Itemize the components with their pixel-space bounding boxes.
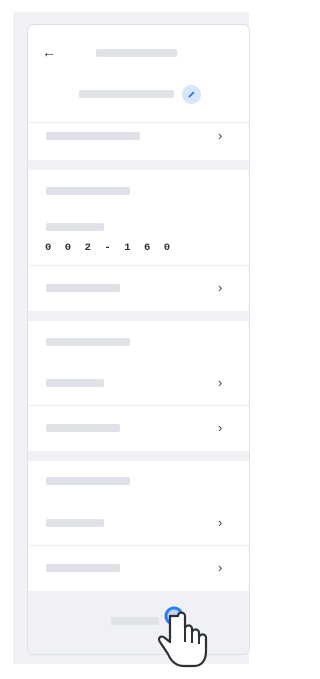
chevron-right-icon: › — [218, 420, 223, 435]
detail-card: ← › 0 0 2 - 1 6 0 › › › › › — [27, 24, 250, 655]
section-heading-placeholder — [46, 477, 130, 485]
chevron-right-icon: › — [218, 560, 223, 575]
list-item[interactable]: › — [28, 501, 249, 545]
section-heading-placeholder — [46, 338, 130, 346]
chevron-right-icon: › — [218, 280, 223, 295]
row-label-placeholder — [46, 424, 120, 432]
section-gap — [28, 311, 249, 321]
row-label-placeholder — [46, 284, 120, 292]
row-label-placeholder — [46, 379, 104, 387]
list-item[interactable]: › — [28, 406, 249, 451]
code-value: 0 0 2 - 1 6 0 — [45, 242, 174, 254]
chevron-right-icon: › — [218, 515, 223, 530]
list-item[interactable]: › — [28, 361, 249, 405]
edit-button[interactable] — [182, 85, 201, 104]
arrow-left-icon[interactable]: ← — [42, 45, 56, 59]
row-label-placeholder — [46, 132, 140, 140]
section-gap — [28, 451, 249, 461]
hand-pointer-icon — [157, 606, 208, 668]
chevron-right-icon: › — [218, 375, 223, 390]
list-item[interactable]: › — [28, 266, 249, 311]
list-item[interactable]: › — [28, 123, 249, 160]
header-title-placeholder — [96, 49, 177, 57]
pencil-icon — [188, 91, 195, 98]
field-label-placeholder — [46, 223, 104, 231]
footer-button-placeholder[interactable] — [111, 617, 159, 625]
chevron-right-icon: › — [218, 128, 223, 143]
name-placeholder — [79, 90, 174, 98]
footer-bar — [28, 591, 249, 654]
section-gap — [28, 160, 249, 170]
row-label-placeholder — [46, 564, 120, 572]
list-item[interactable]: › — [28, 546, 249, 591]
section-heading-placeholder — [46, 187, 130, 195]
row-label-placeholder — [46, 519, 104, 527]
